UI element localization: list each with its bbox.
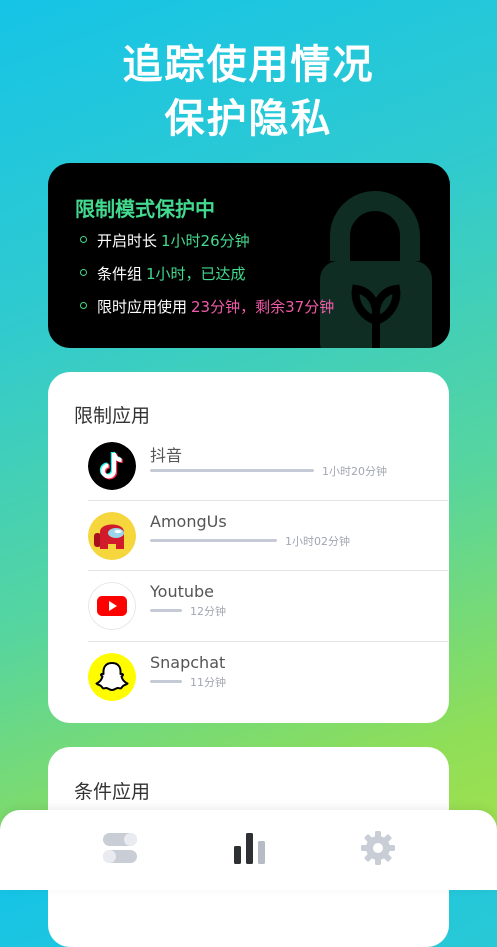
- tiktok-icon: [88, 442, 136, 490]
- lock-watermark-icon: [320, 191, 432, 348]
- usage-bar: [150, 609, 182, 612]
- bullet-icon: [80, 302, 87, 309]
- restriction-status-card: 限制模式保护中 开启时长 1小时26分钟 条件组 1小时，已达成 限时应用使用 23分…: [48, 163, 450, 348]
- status-label: 限时应用使用: [97, 298, 188, 316]
- usage-text: 1小时02分钟: [285, 535, 350, 548]
- row-divider: [88, 570, 448, 571]
- bullet-icon: [80, 269, 87, 276]
- bottom-tab-bar: [0, 810, 497, 890]
- usage-bar: [150, 680, 182, 683]
- status-value: 1小时，已达成: [146, 265, 246, 283]
- app-name: Snapchat: [150, 653, 226, 672]
- hero-headline: 追踪使用情况 保护隐私: [0, 38, 497, 146]
- restricted-apps-card: 限制应用 抖音 1小时20分钟 AmongUs 1小时02分钟 Youtube …: [48, 372, 449, 723]
- hero-line-1: 追踪使用情况: [122, 42, 375, 88]
- row-divider: [88, 500, 448, 501]
- usage-bar: [150, 469, 314, 472]
- restricted-apps-title: 限制应用: [74, 405, 151, 427]
- status-value: 1小时26分钟: [161, 232, 250, 250]
- app-row-douyin[interactable]: 抖音 1小时20分钟: [88, 430, 448, 500]
- gear-icon[interactable]: [358, 828, 398, 868]
- condition-apps-title: 条件应用: [74, 781, 151, 803]
- app-row-amongus[interactable]: AmongUs 1小时02分钟: [88, 500, 448, 570]
- app-row-youtube[interactable]: Youtube 12分钟: [88, 570, 448, 640]
- toggle-icon[interactable]: [100, 828, 140, 868]
- app-row-snapchat[interactable]: Snapchat 11分钟: [88, 641, 448, 711]
- usage-bar: [150, 539, 277, 542]
- bar-chart-icon[interactable]: [230, 828, 270, 868]
- status-value: 23分钟，剩余37分钟: [191, 298, 335, 316]
- status-label: 开启时长: [97, 232, 158, 250]
- status-title: 限制模式保护中: [75, 197, 215, 221]
- app-name: Youtube: [150, 582, 214, 601]
- usage-text: 11分钟: [190, 676, 226, 689]
- usage-text: 1小时20分钟: [322, 465, 387, 478]
- bullet-icon: [80, 236, 87, 243]
- snapchat-icon: [88, 653, 136, 701]
- hero-line-2: 保护隐私: [164, 96, 333, 142]
- among-us-icon: [88, 512, 136, 560]
- status-label: 条件组: [97, 265, 143, 283]
- app-name: 抖音: [150, 446, 183, 465]
- youtube-icon: [88, 582, 136, 630]
- row-divider: [88, 641, 448, 642]
- usage-text: 12分钟: [190, 605, 226, 618]
- app-name: AmongUs: [150, 512, 227, 531]
